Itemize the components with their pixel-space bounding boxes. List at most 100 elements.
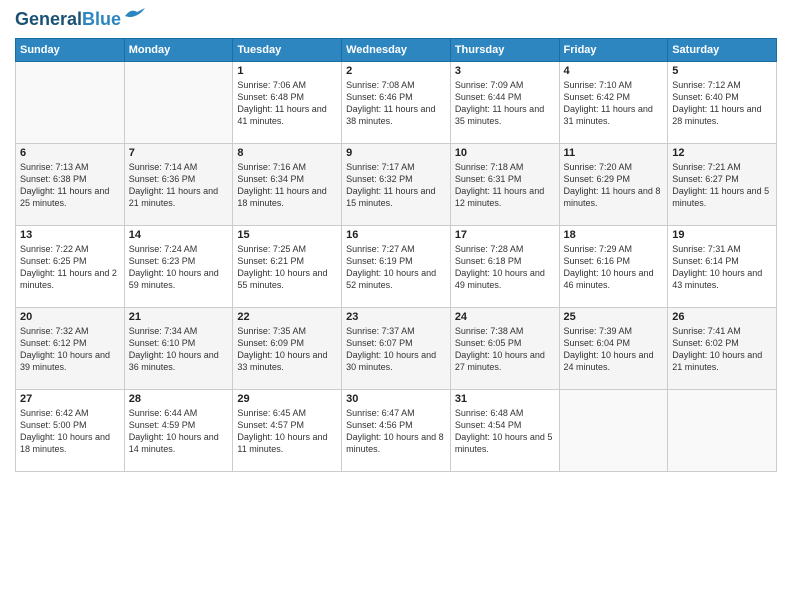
calendar-cell: 9 Sunrise: 7:17 AMSunset: 6:32 PMDaylight… — [342, 143, 451, 225]
day-info: Sunrise: 7:34 AMSunset: 6:10 PMDaylight:… — [129, 325, 229, 374]
day-info: Sunrise: 6:44 AMSunset: 4:59 PMDaylight:… — [129, 407, 229, 456]
calendar-cell: 1 Sunrise: 7:06 AMSunset: 6:48 PMDaylight… — [233, 61, 342, 143]
day-number: 6 — [20, 147, 120, 159]
day-info: Sunrise: 7:25 AMSunset: 6:21 PMDaylight:… — [237, 243, 337, 292]
calendar-cell: 30 Sunrise: 6:47 AMSunset: 4:56 PMDayligh… — [342, 389, 451, 471]
calendar-cell: 20 Sunrise: 7:32 AMSunset: 6:12 PMDayligh… — [16, 307, 125, 389]
calendar-cell: 14 Sunrise: 7:24 AMSunset: 6:23 PMDayligh… — [124, 225, 233, 307]
day-info: Sunrise: 7:12 AMSunset: 6:40 PMDaylight:… — [672, 79, 772, 128]
calendar-cell: 22Sunrise: 7:35 AMSunset: 6:09 PMDayligh… — [233, 307, 342, 389]
day-number: 12 — [672, 147, 772, 159]
day-number: 8 — [237, 147, 337, 159]
calendar-cell: 15 Sunrise: 7:25 AMSunset: 6:21 PMDayligh… — [233, 225, 342, 307]
day-info: Sunrise: 7:29 AMSunset: 6:16 PMDaylight:… — [564, 243, 664, 292]
day-info: Sunrise: 6:42 AMSunset: 5:00 PMDaylight:… — [20, 407, 120, 456]
calendar-body: 1 Sunrise: 7:06 AMSunset: 6:48 PMDaylight… — [16, 61, 777, 471]
day-number: 17 — [455, 229, 555, 241]
calendar-cell — [124, 61, 233, 143]
page: GeneralBlue SundayMondayTuesdayWednesday… — [0, 0, 792, 612]
calendar-cell: 19Sunrise: 7:31 AMSunset: 6:14 PMDayligh… — [668, 225, 777, 307]
calendar-cell — [668, 389, 777, 471]
day-number: 25 — [564, 311, 664, 323]
day-number: 23 — [346, 311, 446, 323]
day-info: Sunrise: 7:31 AMSunset: 6:14 PMDaylight:… — [672, 243, 772, 292]
day-info: Sunrise: 7:35 AMSunset: 6:09 PMDaylight:… — [237, 325, 337, 374]
day-number: 4 — [564, 65, 664, 77]
day-number: 28 — [129, 393, 229, 405]
day-info: Sunrise: 7:16 AMSunset: 6:34 PMDaylight:… — [237, 161, 337, 210]
day-number: 26 — [672, 311, 772, 323]
calendar-cell — [559, 389, 668, 471]
day-info: Sunrise: 7:28 AMSunset: 6:18 PMDaylight:… — [455, 243, 555, 292]
calendar-cell: 11 Sunrise: 7:20 AMSunset: 6:29 PMDayligh… — [559, 143, 668, 225]
day-number: 5 — [672, 65, 772, 77]
day-info: Sunrise: 6:45 AMSunset: 4:57 PMDaylight:… — [237, 407, 337, 456]
weekday-header-sunday: Sunday — [16, 38, 125, 61]
day-number: 10 — [455, 147, 555, 159]
day-info: Sunrise: 7:41 AMSunset: 6:02 PMDaylight:… — [672, 325, 772, 374]
day-number: 2 — [346, 65, 446, 77]
day-info: Sunrise: 7:14 AMSunset: 6:36 PMDaylight:… — [129, 161, 229, 210]
weekday-header-tuesday: Tuesday — [233, 38, 342, 61]
calendar-header: SundayMondayTuesdayWednesdayThursdayFrid… — [16, 38, 777, 61]
day-number: 16 — [346, 229, 446, 241]
day-info: Sunrise: 7:24 AMSunset: 6:23 PMDaylight:… — [129, 243, 229, 292]
day-info: Sunrise: 7:32 AMSunset: 6:12 PMDaylight:… — [20, 325, 120, 374]
day-info: Sunrise: 7:22 AMSunset: 6:25 PMDaylight:… — [20, 243, 120, 292]
day-info: Sunrise: 7:08 AMSunset: 6:46 PMDaylight:… — [346, 79, 446, 128]
calendar-cell: 13 Sunrise: 7:22 AMSunset: 6:25 PMDayligh… — [16, 225, 125, 307]
calendar-week-2: 13 Sunrise: 7:22 AMSunset: 6:25 PMDayligh… — [16, 225, 777, 307]
header: GeneralBlue — [15, 10, 777, 30]
day-number: 14 — [129, 229, 229, 241]
day-number: 3 — [455, 65, 555, 77]
day-number: 11 — [564, 147, 664, 159]
calendar-cell: 6Sunrise: 7:13 AMSunset: 6:38 PMDaylight… — [16, 143, 125, 225]
calendar-week-0: 1 Sunrise: 7:06 AMSunset: 6:48 PMDaylight… — [16, 61, 777, 143]
weekday-header-saturday: Saturday — [668, 38, 777, 61]
calendar-week-1: 6Sunrise: 7:13 AMSunset: 6:38 PMDaylight… — [16, 143, 777, 225]
calendar-cell: 26 Sunrise: 7:41 AMSunset: 6:02 PMDayligh… — [668, 307, 777, 389]
calendar-cell: 7 Sunrise: 7:14 AMSunset: 6:36 PMDaylight… — [124, 143, 233, 225]
day-number: 20 — [20, 311, 120, 323]
day-info: Sunrise: 7:20 AMSunset: 6:29 PMDaylight:… — [564, 161, 664, 210]
calendar-cell: 25Sunrise: 7:39 AMSunset: 6:04 PMDayligh… — [559, 307, 668, 389]
day-number: 21 — [129, 311, 229, 323]
day-number: 15 — [237, 229, 337, 241]
calendar-cell: 8 Sunrise: 7:16 AMSunset: 6:34 PMDaylight… — [233, 143, 342, 225]
day-number: 29 — [237, 393, 337, 405]
day-number: 9 — [346, 147, 446, 159]
weekday-header-thursday: Thursday — [450, 38, 559, 61]
day-info: Sunrise: 7:09 AMSunset: 6:44 PMDaylight:… — [455, 79, 555, 128]
calendar-week-4: 27 Sunrise: 6:42 AMSunset: 5:00 PMDayligh… — [16, 389, 777, 471]
calendar-cell: 29 Sunrise: 6:45 AMSunset: 4:57 PMDayligh… — [233, 389, 342, 471]
day-number: 31 — [455, 393, 555, 405]
day-number: 27 — [20, 393, 120, 405]
calendar-cell: 24 Sunrise: 7:38 AMSunset: 6:05 PMDayligh… — [450, 307, 559, 389]
day-info: Sunrise: 6:48 AMSunset: 4:54 PMDaylight:… — [455, 407, 555, 456]
calendar-cell: 27 Sunrise: 6:42 AMSunset: 5:00 PMDayligh… — [16, 389, 125, 471]
day-info: Sunrise: 6:47 AMSunset: 4:56 PMDaylight:… — [346, 407, 446, 456]
day-number: 7 — [129, 147, 229, 159]
day-number: 24 — [455, 311, 555, 323]
day-info: Sunrise: 7:27 AMSunset: 6:19 PMDaylight:… — [346, 243, 446, 292]
calendar-cell: 31 Sunrise: 6:48 AMSunset: 4:54 PMDayligh… — [450, 389, 559, 471]
day-info: Sunrise: 7:38 AMSunset: 6:05 PMDaylight:… — [455, 325, 555, 374]
day-number: 30 — [346, 393, 446, 405]
calendar-cell: 2 Sunrise: 7:08 AMSunset: 6:46 PMDaylight… — [342, 61, 451, 143]
day-info: Sunrise: 7:06 AMSunset: 6:48 PMDaylight:… — [237, 79, 337, 128]
calendar-table: SundayMondayTuesdayWednesdayThursdayFrid… — [15, 38, 777, 472]
day-info: Sunrise: 7:18 AMSunset: 6:31 PMDaylight:… — [455, 161, 555, 210]
weekday-header-wednesday: Wednesday — [342, 38, 451, 61]
weekday-row: SundayMondayTuesdayWednesdayThursdayFrid… — [16, 38, 777, 61]
day-info: Sunrise: 7:17 AMSunset: 6:32 PMDaylight:… — [346, 161, 446, 210]
calendar-cell: 17 Sunrise: 7:28 AMSunset: 6:18 PMDayligh… — [450, 225, 559, 307]
day-number: 13 — [20, 229, 120, 241]
day-number: 1 — [237, 65, 337, 77]
calendar-cell: 18Sunrise: 7:29 AMSunset: 6:16 PMDayligh… — [559, 225, 668, 307]
day-info: Sunrise: 7:37 AMSunset: 6:07 PMDaylight:… — [346, 325, 446, 374]
weekday-header-monday: Monday — [124, 38, 233, 61]
calendar-cell: 5 Sunrise: 7:12 AMSunset: 6:40 PMDaylight… — [668, 61, 777, 143]
logo: GeneralBlue — [15, 10, 145, 30]
calendar-cell: 16 Sunrise: 7:27 AMSunset: 6:19 PMDayligh… — [342, 225, 451, 307]
day-info: Sunrise: 7:21 AMSunset: 6:27 PMDaylight:… — [672, 161, 772, 210]
